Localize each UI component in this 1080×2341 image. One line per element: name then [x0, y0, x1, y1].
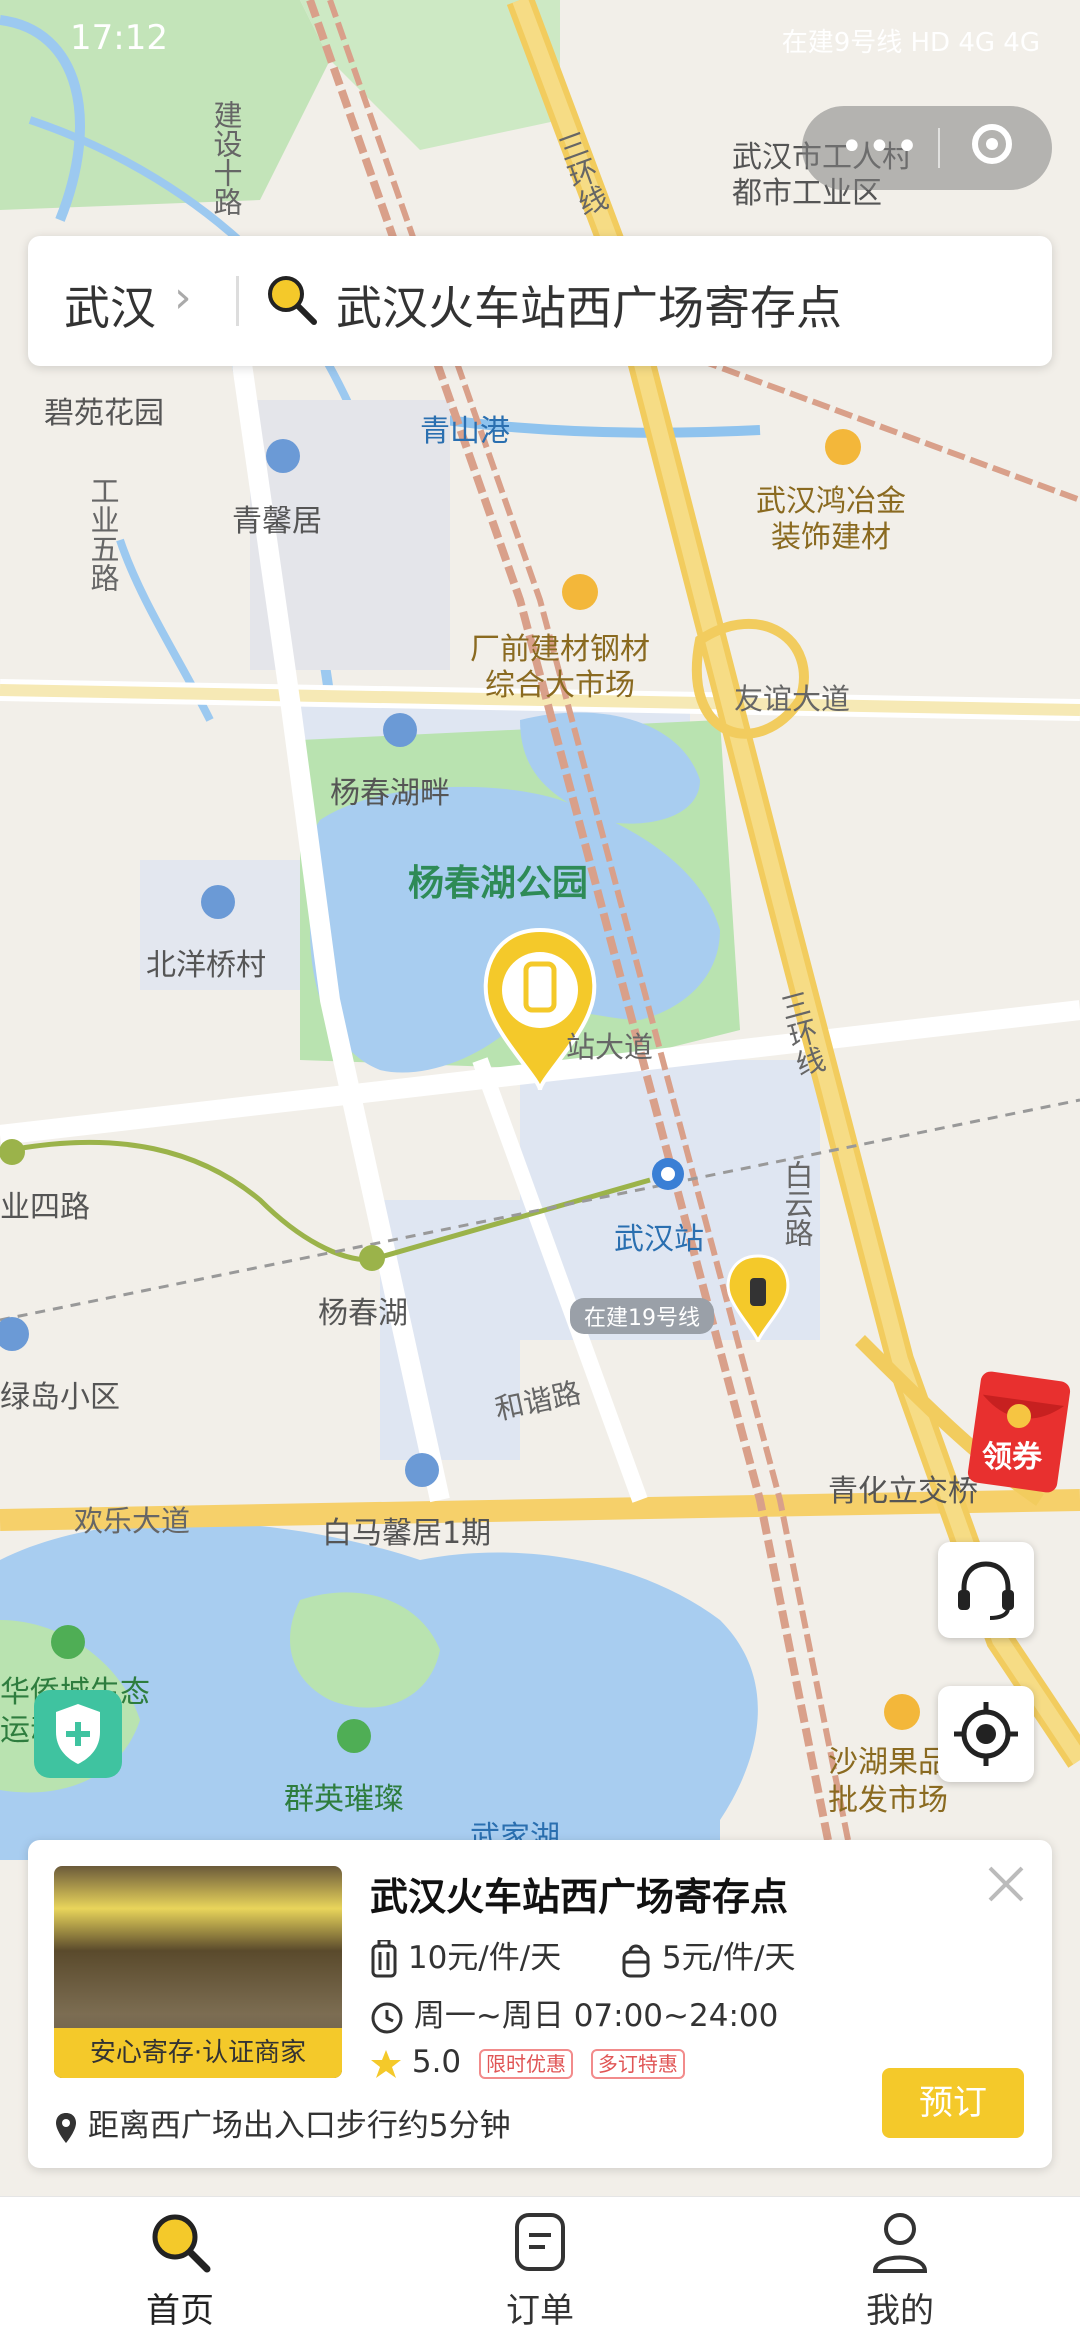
map-label-beiyang: 北洋桥村: [146, 948, 266, 983]
map-label-yangchunpan: 杨春湖畔: [330, 776, 450, 811]
price-large-row: 10元/件/天: [370, 1932, 561, 1980]
map-label-hongye: 武汉鸿冶金 装饰建材: [756, 484, 906, 555]
walking-distance: 距离西广场出入口步行约5分钟: [87, 2108, 511, 2144]
nav-orders-label: 订单: [506, 2291, 574, 2331]
price-large: 10元/件/天: [407, 1940, 562, 1976]
headset-icon: [958, 1561, 1014, 1620]
search-divider: [236, 276, 239, 326]
tag-multi-order: 多订特惠: [590, 2048, 685, 2079]
price-small-row: 5元/件/天: [620, 1932, 795, 1980]
store-photo: 安心寄存·认证商家: [54, 1866, 342, 2078]
location-pin-icon: [56, 2112, 76, 2143]
locate-button[interactable]: [938, 1686, 1034, 1782]
search-icon: [152, 2214, 211, 2273]
map-label-park: 杨春湖公园: [408, 863, 589, 904]
clock-icon: [371, 2002, 403, 2033]
map-label-dadao: 站大道: [566, 1030, 654, 1064]
nav-profile[interactable]: 我的: [800, 2207, 1000, 2332]
search-bar[interactable]: 武汉 › 武汉火车站西广场寄存点: [28, 236, 1052, 366]
nav-orders[interactable]: 订单: [440, 2207, 640, 2332]
map-label-wuhanzhan: 武汉站: [614, 1222, 704, 1257]
map-label-qingshangang: 青山港: [420, 414, 510, 449]
book-button[interactable]: 预订: [882, 2068, 1024, 2138]
rating-value: 5.0: [411, 2044, 462, 2080]
hours-row: 周一~周日 07:00~24:00: [370, 1990, 778, 2035]
map-label-gongye5: 工业五路: [86, 476, 120, 592]
map-label-line19: 在建19号线: [570, 1298, 714, 1334]
price-small: 5元/件/天: [661, 1940, 796, 1976]
bag-icon: [622, 1944, 650, 1977]
map-label-sipu: 业四路: [0, 1190, 90, 1225]
map-label-biyuan: 碧苑花园: [44, 396, 164, 431]
suitcase-icon: [371, 1938, 397, 1977]
opening-hours: 周一~周日 07:00~24:00: [413, 1998, 779, 2034]
more-icon[interactable]: •••: [840, 124, 923, 170]
map-label-baima: 白马馨居1期: [322, 1516, 492, 1551]
map-label-huanle: 欢乐大道: [74, 1504, 191, 1538]
nav-home[interactable]: 首页: [80, 2207, 280, 2332]
locate-icon: [954, 1702, 1018, 1766]
tag-limited-offer: 限时优惠: [479, 2048, 574, 2079]
map-label-lvdao: 绿岛小区: [0, 1380, 120, 1415]
search-input[interactable]: 武汉火车站西广场寄存点: [336, 272, 842, 338]
capsule-divider: [938, 128, 940, 168]
bottom-nav: 首页 订单 我的: [0, 2196, 1080, 2341]
status-bar: 17:12 在建9号线 HD 4G 4G: [0, 0, 1080, 80]
rating-row: 5.0 限时优惠 多订特惠: [370, 2044, 685, 2080]
coupon-button[interactable]: 领券: [964, 1370, 1074, 1494]
coupon-label: 领券: [982, 1440, 1042, 1475]
map-label-qingxin: 青馨居: [232, 504, 322, 539]
status-indicators: 在建9号线 HD 4G 4G: [781, 28, 1040, 58]
status-time: 17:12: [70, 18, 168, 58]
nav-profile-label: 我的: [866, 2291, 934, 2331]
map-label-shahu: 沙湖果品 批发市场: [828, 1745, 948, 1818]
certified-badge: 安心寄存·认证商家: [54, 2028, 342, 2078]
distance-row: 距离西广场出入口步行约5分钟: [54, 2100, 511, 2145]
orders-icon: [515, 2213, 565, 2271]
safety-button[interactable]: [34, 1690, 122, 1778]
miniapp-capsule[interactable]: •••: [802, 106, 1052, 190]
close-icon[interactable]: [984, 1862, 1028, 1906]
nav-home-label: 首页: [146, 2291, 214, 2331]
customer-service-button[interactable]: [938, 1542, 1034, 1638]
map-label-yangchunhu: 杨春湖: [318, 1296, 408, 1331]
city-selector[interactable]: 武汉: [64, 272, 156, 338]
store-title: 武汉火车站西广场寄存点: [370, 1875, 789, 1919]
store-card[interactable]: 安心寄存·认证商家 武汉火车站西广场寄存点 10元/件/天 5元/件/天 周一~…: [28, 1840, 1052, 2168]
map-label-baiyun: 白云路: [780, 1160, 814, 1247]
map-label-jianshe: 建设十路: [209, 100, 243, 216]
search-icon: [264, 272, 320, 332]
map-label-qunying: 群英璀璨: [284, 1782, 404, 1817]
map-label-guangqian: 厂前建材钢材 综合大市场: [470, 632, 650, 703]
star-icon: [371, 2049, 401, 2078]
profile-icon: [872, 2213, 928, 2273]
shield-icon: [56, 1704, 100, 1764]
map-label-qinghua: 青化立交桥: [828, 1474, 978, 1509]
map-label-youyi: 友谊大道: [734, 682, 851, 716]
chevron-right-icon: ›: [174, 272, 192, 323]
close-miniapp-icon[interactable]: [972, 124, 1012, 164]
